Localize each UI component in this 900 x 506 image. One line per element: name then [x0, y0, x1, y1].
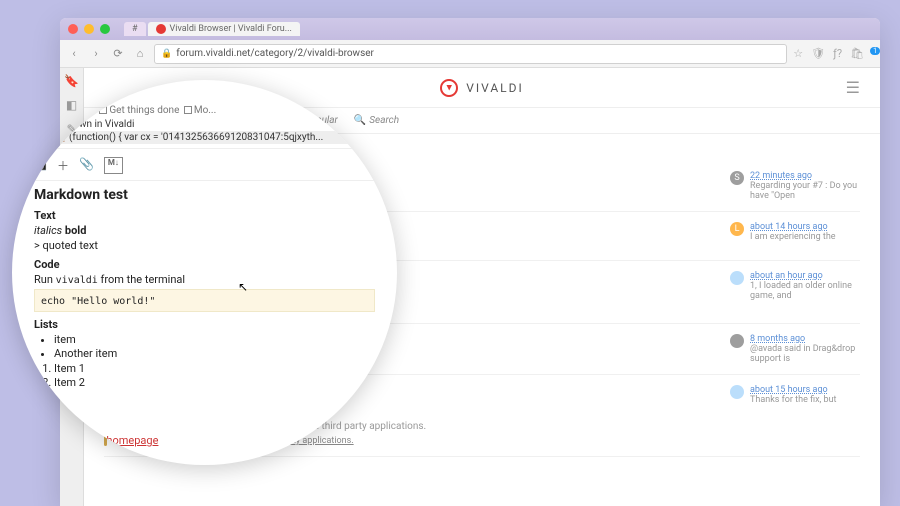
tab-label: Vivaldi Browser | Vivaldi Foru...	[170, 24, 292, 34]
code-block: echo "Hello world!"	[41, 296, 155, 307]
vivaldi-logo-icon	[36, 431, 54, 449]
close-window-icon[interactable]	[68, 24, 78, 34]
list-item: Item 1	[54, 362, 375, 375]
shield-icon[interactable]: 🛡	[811, 47, 825, 60]
forum-meta: L about 14 hours agoI am experiencing th…	[730, 222, 860, 250]
bold-sample: bold	[65, 224, 87, 237]
time-link[interactable]: 8 months ago	[750, 334, 805, 344]
avatar[interactable]: S	[730, 171, 744, 185]
checkbox-icon[interactable]	[184, 106, 192, 114]
forum-meta: about 15 hours agoThanks for the fix, bu…	[730, 385, 860, 446]
avatar[interactable]	[730, 334, 744, 348]
nav-toolbar: ‹ › ⟳ ⌂ 🔒 forum.vivaldi.net/category/2/v…	[60, 40, 880, 68]
checkbox-icon[interactable]	[99, 106, 107, 114]
hash-icon: #	[132, 24, 138, 34]
time-link[interactable]: about 15 hours ago	[750, 385, 828, 395]
list-item: Another item	[54, 347, 375, 360]
cursor-icon: ↖	[238, 280, 248, 294]
tab-strip: # Vivaldi Browser | Vivaldi Foru...	[124, 22, 300, 36]
tools-icon[interactable]: ƒ?	[833, 47, 842, 60]
add-note-icon[interactable]: ＋	[57, 157, 69, 174]
menu-icon[interactable]: ☰	[846, 78, 860, 97]
unordered-list: item Another item	[34, 333, 375, 360]
bookmark-icon[interactable]: ☆	[793, 47, 803, 60]
maximize-window-icon[interactable]	[100, 24, 110, 34]
notes-title: Notes	[60, 88, 377, 99]
list-item: Item 2	[54, 376, 375, 389]
url-text: forum.vivaldi.net/category/2/vivaldi-bro…	[176, 48, 374, 59]
avatar[interactable]: L	[730, 222, 744, 236]
back-button[interactable]: ‹	[66, 46, 82, 62]
avatar[interactable]	[730, 385, 744, 399]
heading-code: Code	[34, 258, 375, 271]
time-link[interactable]: about an hour ago	[750, 271, 823, 281]
reload-button[interactable]: ⟳	[110, 46, 126, 62]
tab-active[interactable]: Vivaldi Browser | Vivaldi Foru...	[148, 22, 300, 36]
note-item[interactable]: ..rkdown in Vivaldi	[54, 118, 377, 131]
badge-count: 1	[870, 47, 880, 55]
lock-icon: 🔒	[161, 49, 172, 59]
tab-pinned[interactable]: #	[124, 22, 146, 36]
cart-icon[interactable]: 🛍1	[850, 47, 874, 60]
notes-list: ..rkdown in Vivaldi 📋 (function() { var …	[12, 116, 397, 144]
inline-code: vivaldi	[56, 275, 98, 286]
time-link[interactable]: about 14 hours ago	[750, 222, 828, 232]
notes-header: Notes ...Today Get things done Mo...	[12, 88, 397, 116]
forward-button[interactable]: ›	[88, 46, 104, 62]
forum-meta: S 22 minutes agoRegarding your #7 : Do y…	[730, 171, 860, 201]
camera-icon[interactable]: 📷	[32, 157, 47, 174]
toolbar-right: ☆ 🛡 ƒ? 🛍1	[793, 47, 874, 60]
note-preview: Markdown test Text italics bold > quoted…	[12, 181, 397, 397]
notes-toolbar: 📷 ＋ 📎 M↓	[12, 148, 397, 181]
forum-meta: about an hour ago1, I loaded an older on…	[730, 271, 860, 313]
list-item: item	[54, 333, 375, 346]
vivaldi-logo-icon[interactable]	[440, 79, 458, 97]
home-button[interactable]: ⌂	[132, 46, 148, 62]
quoted-line: > quoted text	[34, 239, 375, 252]
heading-text: Text	[34, 209, 375, 222]
heading-lists: Lists	[34, 318, 375, 331]
titlebar: # Vivaldi Browser | Vivaldi Foru...	[60, 18, 880, 40]
favicon-icon	[156, 24, 166, 34]
address-bar[interactable]: 🔒 forum.vivaldi.net/category/2/vivaldi-b…	[154, 44, 787, 64]
time-link[interactable]: 22 minutes ago	[750, 171, 812, 181]
note-footer: Visit our homepage	[36, 431, 158, 449]
ordered-list: Item 1 Item 2	[34, 362, 375, 389]
avatar[interactable]	[730, 271, 744, 285]
minimize-window-icon[interactable]	[84, 24, 94, 34]
site-logo-text: VIVALDI	[466, 81, 524, 95]
forum-meta: 8 months ago@avada said in Drag&drop sup…	[730, 334, 860, 364]
italics-sample: italics	[34, 224, 62, 237]
note-item-selected[interactable]: 📋 (function() { var cx = '01413256366912…	[54, 131, 377, 144]
preview-title: Markdown test	[34, 187, 375, 203]
notes-panel-overlay: Notes ...Today Get things done Mo... ..r…	[12, 80, 397, 465]
markdown-toggle[interactable]: M↓	[104, 157, 123, 174]
attach-icon[interactable]: 📎	[79, 157, 94, 174]
homepage-link[interactable]: our homepage	[88, 434, 159, 447]
